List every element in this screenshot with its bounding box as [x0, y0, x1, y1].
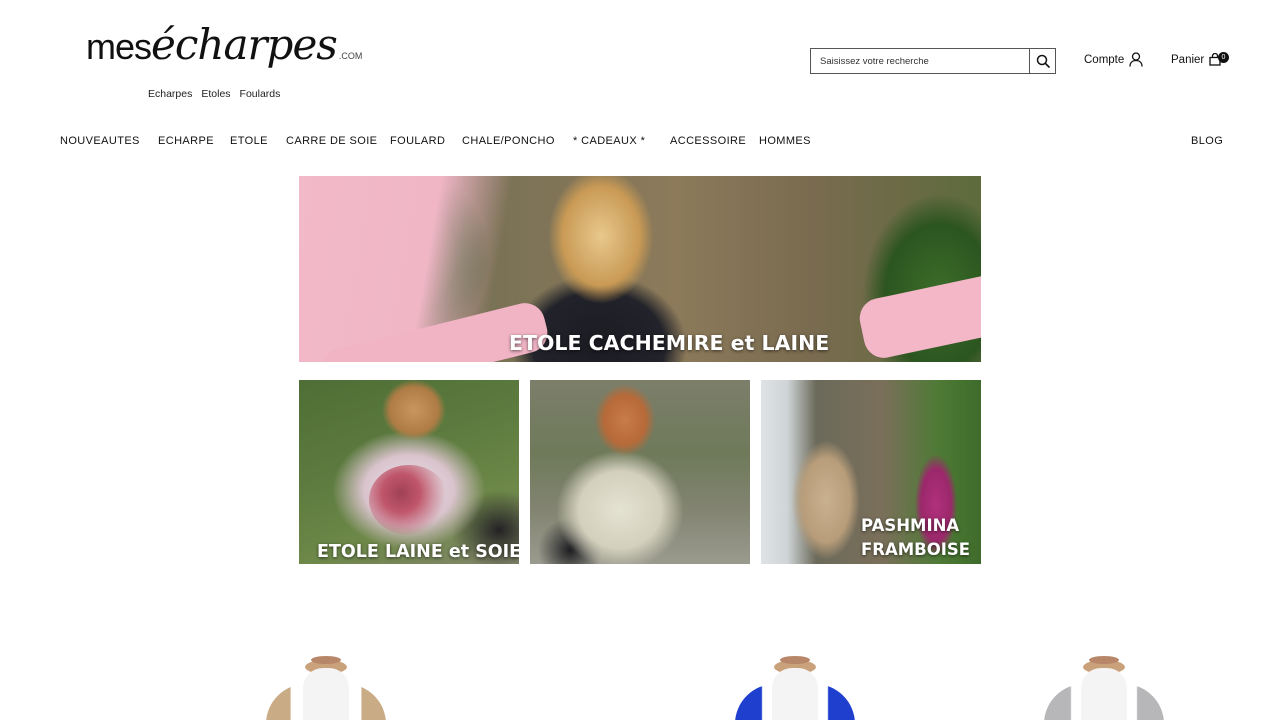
main-nav: NOUVEAUTES ECHARPE ETOLE CARRE DE SOIE F…: [0, 135, 1280, 149]
banner-caption: ETOLE LAINE et SOIE: [317, 542, 519, 562]
banner-caption-line1: PASHMINA: [861, 516, 960, 535]
logo-echarpes-text: écharpes: [151, 20, 338, 69]
banner-scarf-shape: [856, 240, 981, 362]
nav-item-blog[interactable]: BLOG: [1191, 135, 1223, 147]
product-card-3[interactable]: [1044, 656, 1164, 720]
search-bar: [810, 48, 1056, 74]
nav-item-chale-poncho[interactable]: CHALE/PONCHO: [462, 135, 555, 147]
product-scarf: [735, 684, 855, 720]
logo-tagline: Echarpes Etoles Foulards: [148, 88, 289, 100]
product-scarf: [266, 684, 386, 720]
product-card-1[interactable]: [266, 656, 386, 720]
nav-item-nouveautes[interactable]: NOUVEAUTES: [60, 135, 140, 147]
magnifier-icon: [1036, 54, 1050, 68]
mannequin-neck-top: [780, 656, 810, 664]
user-icon: [1129, 52, 1143, 67]
banner-scarf-pattern: [369, 465, 449, 535]
nav-item-carre-de-soie[interactable]: CARRE DE SOIE: [286, 135, 377, 147]
product-card-2[interactable]: [735, 656, 855, 720]
nav-item-foulard[interactable]: FOULARD: [390, 135, 445, 147]
nav-item-hommes[interactable]: HOMMES: [759, 135, 811, 147]
site-logo[interactable]: mesécharpes .COM: [86, 20, 362, 69]
tagline-foulards: Foulards: [239, 88, 281, 100]
cart-label: Panier: [1171, 53, 1205, 66]
cart-count-badge: 0: [1218, 52, 1229, 63]
banner-caption: PASHMINA FRAMBOISE: [861, 514, 970, 562]
logo-com-text: .COM: [338, 51, 363, 61]
nav-item-cadeaux[interactable]: * CADEAUX *: [573, 135, 645, 147]
banner-etole-laine-soie[interactable]: ETOLE LAINE et SOIE: [299, 380, 519, 564]
product-scarf: [1044, 684, 1164, 720]
mannequin-neck-top: [311, 656, 341, 664]
search-input[interactable]: [811, 49, 1029, 73]
nav-item-accessoire[interactable]: ACCESSOIRE: [670, 135, 746, 147]
mannequin-neck-top: [1089, 656, 1119, 664]
nav-item-etole[interactable]: ETOLE: [230, 135, 268, 147]
tagline-etoles: Etoles: [201, 88, 231, 100]
account-label: Compte: [1084, 53, 1125, 66]
banner-tile-middle[interactable]: [530, 380, 750, 564]
banner-caption-line2: FRAMBOISE: [861, 540, 971, 559]
banner-pashmina-framboise[interactable]: PASHMINA FRAMBOISE: [761, 380, 981, 564]
tagline-echarpes: Echarpes: [148, 88, 193, 100]
account-link[interactable]: Compte: [1084, 52, 1143, 67]
nav-item-echarpe[interactable]: ECHARPE: [158, 135, 214, 147]
banner-etole-cachemire[interactable]: ETOLE CACHEMIRE et LAINE: [299, 176, 981, 362]
cart-link[interactable]: Panier 0: [1171, 52, 1229, 66]
banner-caption: ETOLE CACHEMIRE et LAINE: [509, 331, 830, 355]
logo-mes-text: mes: [86, 26, 152, 67]
search-button[interactable]: [1029, 49, 1055, 73]
